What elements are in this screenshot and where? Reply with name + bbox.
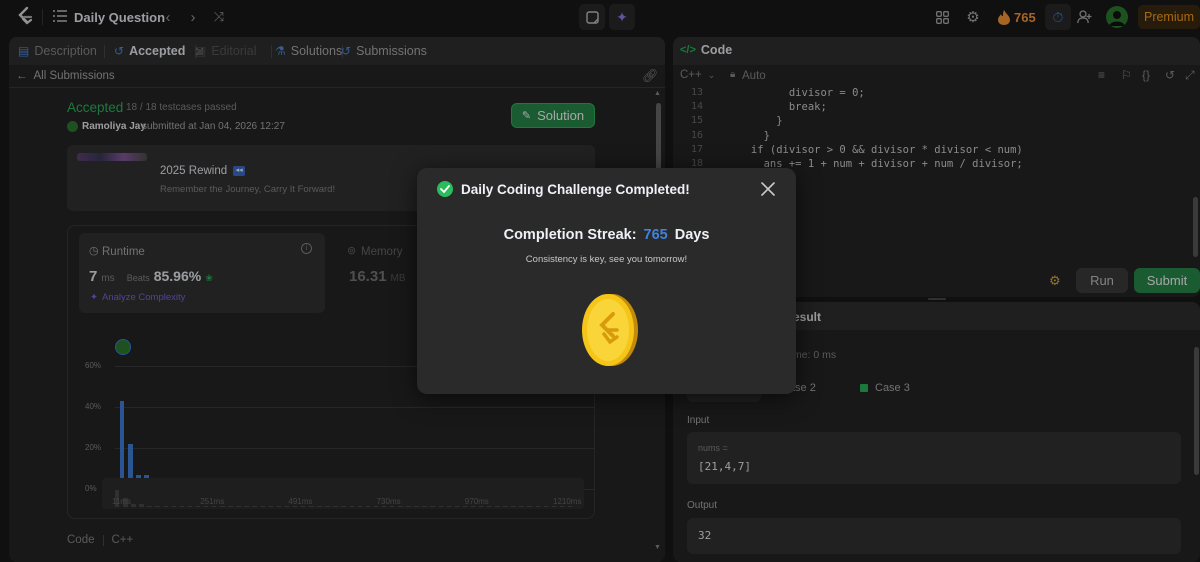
streak-message: Consistency is key, see you tomorrow! [525,254,688,265]
completion-modal: Daily Coding Challenge Completed! Comple… [417,168,796,394]
check-circle-icon [437,181,453,197]
streak-line: Completion Streak: 765 Days [503,227,710,243]
close-icon[interactable] [757,178,779,200]
gold-coin-icon [580,292,640,368]
modal-title: Daily Coding Challenge Completed! [461,182,690,197]
